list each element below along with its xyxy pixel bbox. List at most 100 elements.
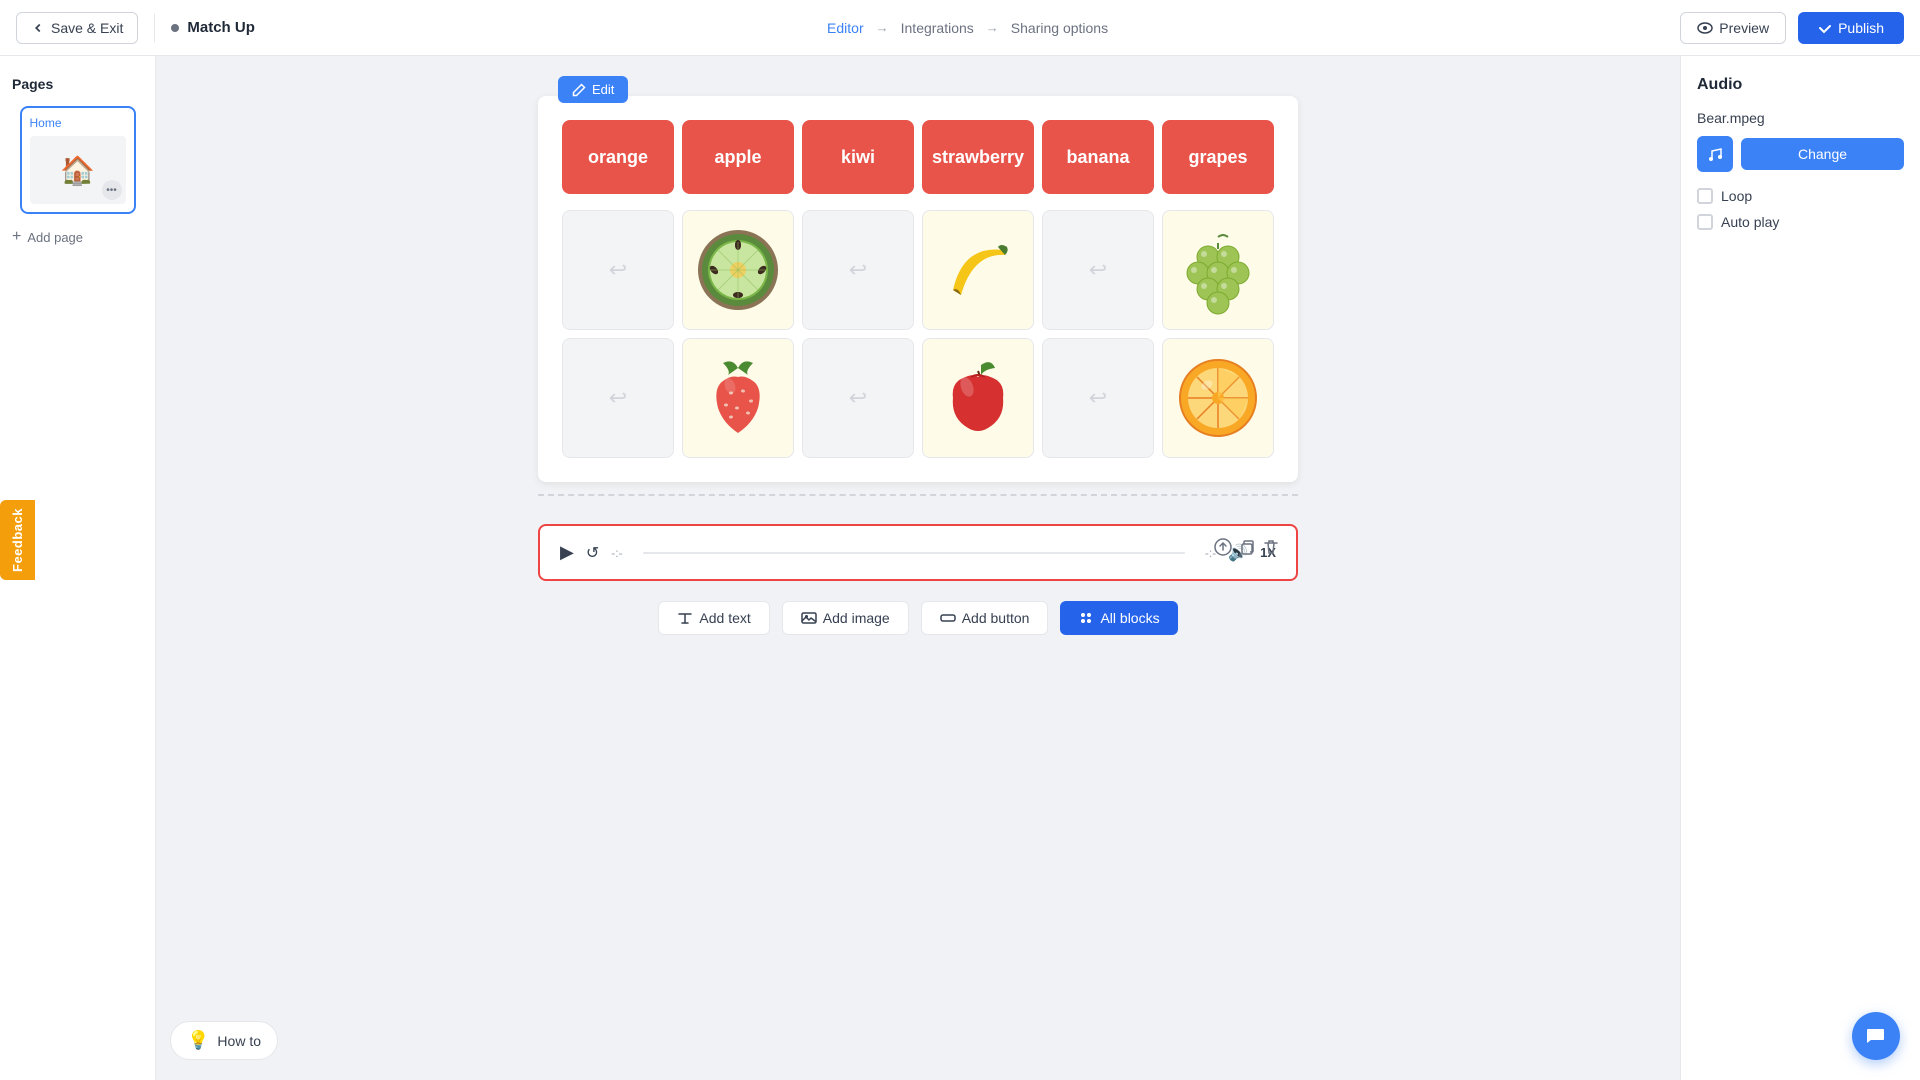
edit-label: Edit bbox=[592, 82, 614, 97]
current-time: -:- bbox=[611, 546, 622, 560]
page-thumbnail[interactable]: Home 🏠 ••• bbox=[20, 106, 136, 214]
add-page-label: Add page bbox=[27, 230, 83, 245]
music-icon bbox=[1706, 145, 1724, 163]
play-button[interactable]: ▶ bbox=[560, 542, 574, 563]
right-panel: Audio Bear.mpeg Change Loop Auto play bbox=[1680, 56, 1920, 1080]
images-row-2: ↩ bbox=[562, 338, 1274, 458]
arrow-icon-1-1: ↩ bbox=[609, 257, 627, 283]
banana-image bbox=[933, 225, 1023, 315]
nav-sharing-step[interactable]: Sharing options bbox=[1011, 20, 1108, 36]
word-tile-orange: orange bbox=[562, 120, 674, 194]
dot-indicator bbox=[171, 24, 179, 32]
plus-icon: + bbox=[12, 228, 21, 246]
arrow-icon-1-5: ↩ bbox=[1089, 257, 1107, 283]
music-icon-button[interactable] bbox=[1697, 136, 1733, 172]
image-cell-2-4[interactable] bbox=[922, 338, 1034, 458]
nav-editor-step[interactable]: Editor bbox=[827, 20, 864, 36]
grapes-image bbox=[1173, 225, 1263, 315]
upload-icon bbox=[1214, 538, 1232, 556]
loop-checkbox[interactable] bbox=[1697, 188, 1713, 204]
images-section: ↩ bbox=[562, 210, 1274, 458]
page-thumb-icon: 🏠 bbox=[60, 154, 95, 187]
trash-icon bbox=[1262, 538, 1280, 556]
eye-icon bbox=[1697, 20, 1713, 36]
dashed-separator bbox=[538, 494, 1298, 496]
image-cell-2-3[interactable]: ↩ bbox=[802, 338, 914, 458]
publish-button[interactable]: Publish bbox=[1798, 12, 1904, 44]
thumb-more-button[interactable]: ••• bbox=[102, 180, 122, 200]
add-button-button[interactable]: Add button bbox=[921, 601, 1049, 635]
strawberry-image bbox=[693, 353, 783, 443]
image-cell-2-1[interactable]: ↩ bbox=[562, 338, 674, 458]
orange-image bbox=[1173, 353, 1263, 443]
pages-title: Pages bbox=[12, 76, 53, 92]
text-icon bbox=[677, 610, 693, 626]
page-title-area: Match Up bbox=[171, 19, 255, 36]
autoplay-checkbox-row: Auto play bbox=[1697, 214, 1904, 230]
words-row: orange apple kiwi strawberry banana grap… bbox=[562, 120, 1274, 194]
upload-button[interactable] bbox=[1214, 538, 1232, 561]
autoplay-label: Auto play bbox=[1721, 214, 1779, 230]
canvas-wrapper: Edit orange apple kiwi strawberry banana… bbox=[538, 96, 1298, 635]
image-cell-2-6[interactable] bbox=[1162, 338, 1274, 458]
delete-button[interactable] bbox=[1262, 538, 1280, 561]
copy-icon bbox=[1238, 538, 1256, 556]
how-to-button[interactable]: 💡 How to bbox=[170, 1021, 278, 1060]
edit-button[interactable]: Edit bbox=[558, 76, 628, 103]
arrow-icon-2-5: ↩ bbox=[1089, 385, 1107, 411]
all-blocks-label: All blocks bbox=[1100, 610, 1159, 626]
image-cell-1-5[interactable]: ↩ bbox=[1042, 210, 1154, 330]
save-exit-button[interactable]: Save & Exit bbox=[16, 12, 138, 44]
images-row-1: ↩ bbox=[562, 210, 1274, 330]
autoplay-checkbox[interactable] bbox=[1697, 214, 1713, 230]
add-page-button[interactable]: + Add page bbox=[12, 228, 83, 246]
audio-file-name: Bear.mpeg bbox=[1697, 110, 1904, 126]
arrow-left-icon bbox=[31, 21, 45, 35]
change-btn-row: Change bbox=[1697, 136, 1904, 172]
panel-title: Audio bbox=[1697, 76, 1904, 94]
nav-divider bbox=[154, 14, 155, 42]
preview-button[interactable]: Preview bbox=[1680, 12, 1786, 44]
publish-label: Publish bbox=[1838, 20, 1884, 36]
image-cell-1-4[interactable] bbox=[922, 210, 1034, 330]
image-cell-1-2[interactable] bbox=[682, 210, 794, 330]
image-cell-2-2[interactable] bbox=[682, 338, 794, 458]
add-text-button[interactable]: Add text bbox=[658, 601, 769, 635]
add-image-button[interactable]: Add image bbox=[782, 601, 909, 635]
nav-arrow-1: → bbox=[876, 20, 889, 35]
image-cell-1-6[interactable] bbox=[1162, 210, 1274, 330]
chat-icon bbox=[1865, 1025, 1887, 1047]
rewind-button[interactable]: ↺ bbox=[586, 543, 599, 563]
arrow-icon-2-3: ↩ bbox=[849, 385, 867, 411]
apple-image bbox=[933, 353, 1023, 443]
copy-button[interactable] bbox=[1238, 538, 1256, 561]
audio-player: ▶ ↺ -:- -:- 🔊 1X bbox=[538, 524, 1298, 581]
image-cell-1-3[interactable]: ↩ bbox=[802, 210, 914, 330]
image-cell-2-5[interactable]: ↩ bbox=[1042, 338, 1154, 458]
chat-bubble-button[interactable] bbox=[1852, 1012, 1900, 1060]
add-image-label: Add image bbox=[823, 610, 890, 626]
nav-integrations-step[interactable]: Integrations bbox=[901, 20, 974, 36]
word-tile-strawberry: strawberry bbox=[922, 120, 1034, 194]
lightbulb-icon: 💡 bbox=[187, 1030, 209, 1051]
image-icon bbox=[801, 610, 817, 626]
arrow-icon-2-1: ↩ bbox=[609, 385, 627, 411]
change-audio-button[interactable]: Change bbox=[1741, 138, 1904, 170]
top-nav: Save & Exit Match Up Editor → Integratio… bbox=[0, 0, 1920, 56]
feedback-tab[interactable]: Feedback bbox=[0, 500, 35, 580]
all-blocks-button[interactable]: All blocks bbox=[1060, 601, 1177, 635]
kiwi-image bbox=[693, 225, 783, 315]
word-tile-grapes: grapes bbox=[1162, 120, 1274, 194]
grid-icon bbox=[1078, 610, 1094, 626]
player-actions bbox=[1214, 538, 1280, 561]
main-layout: Feedback Pages Home 🏠 ••• + Add page bbox=[0, 56, 1920, 1080]
progress-bar[interactable] bbox=[643, 552, 1185, 554]
add-button-label: Add button bbox=[962, 610, 1030, 626]
add-blocks-row: Add text Add image Add button bbox=[658, 601, 1177, 635]
preview-label: Preview bbox=[1719, 20, 1769, 36]
word-tile-apple: apple bbox=[682, 120, 794, 194]
loop-label: Loop bbox=[1721, 188, 1752, 204]
word-tile-kiwi: kiwi bbox=[802, 120, 914, 194]
image-cell-1-1[interactable]: ↩ bbox=[562, 210, 674, 330]
word-tile-banana: banana bbox=[1042, 120, 1154, 194]
